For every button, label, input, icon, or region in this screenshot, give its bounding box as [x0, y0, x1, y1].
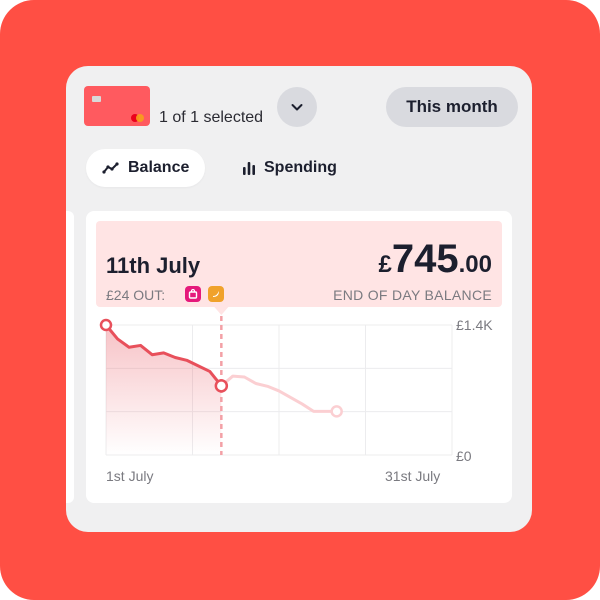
selected-balance-point: [214, 379, 229, 393]
projected-end-point: [330, 405, 343, 418]
bar-chart-icon: [243, 162, 255, 175]
date-range-button[interactable]: This month: [386, 87, 518, 127]
card-chip-icon: [92, 96, 101, 102]
balance-widget: 1 of 1 selected This month Balance Spend…: [66, 66, 532, 532]
y-axis-min-label: £0: [456, 448, 472, 464]
start-balance-point: [99, 318, 113, 332]
x-axis-end-label: 31st July: [385, 468, 441, 484]
previous-card-edge: [66, 211, 74, 503]
balance-chart-card: 11th July £24 OUT: £745.00 END OF DAY BA…: [86, 211, 512, 503]
card-dropdown-button[interactable]: [277, 87, 317, 127]
tab-balance-label: Balance: [128, 159, 190, 176]
y-axis-max-label: £1.4K: [456, 317, 493, 333]
selection-count: 1 of 1 selected: [159, 109, 264, 126]
line-chart-icon: [102, 162, 119, 174]
card-thumbnail[interactable]: [84, 86, 150, 126]
x-axis-start-label: 1st July: [106, 468, 154, 484]
mastercard-icon: [131, 114, 145, 122]
balance-line-chart[interactable]: [86, 211, 512, 503]
tab-balance[interactable]: Balance: [86, 149, 206, 187]
tab-spending-label: Spending: [264, 159, 337, 176]
tab-spending[interactable]: Spending: [226, 149, 353, 187]
chevron-down-icon: [291, 104, 303, 111]
selected-day-pointer: [214, 307, 229, 315]
